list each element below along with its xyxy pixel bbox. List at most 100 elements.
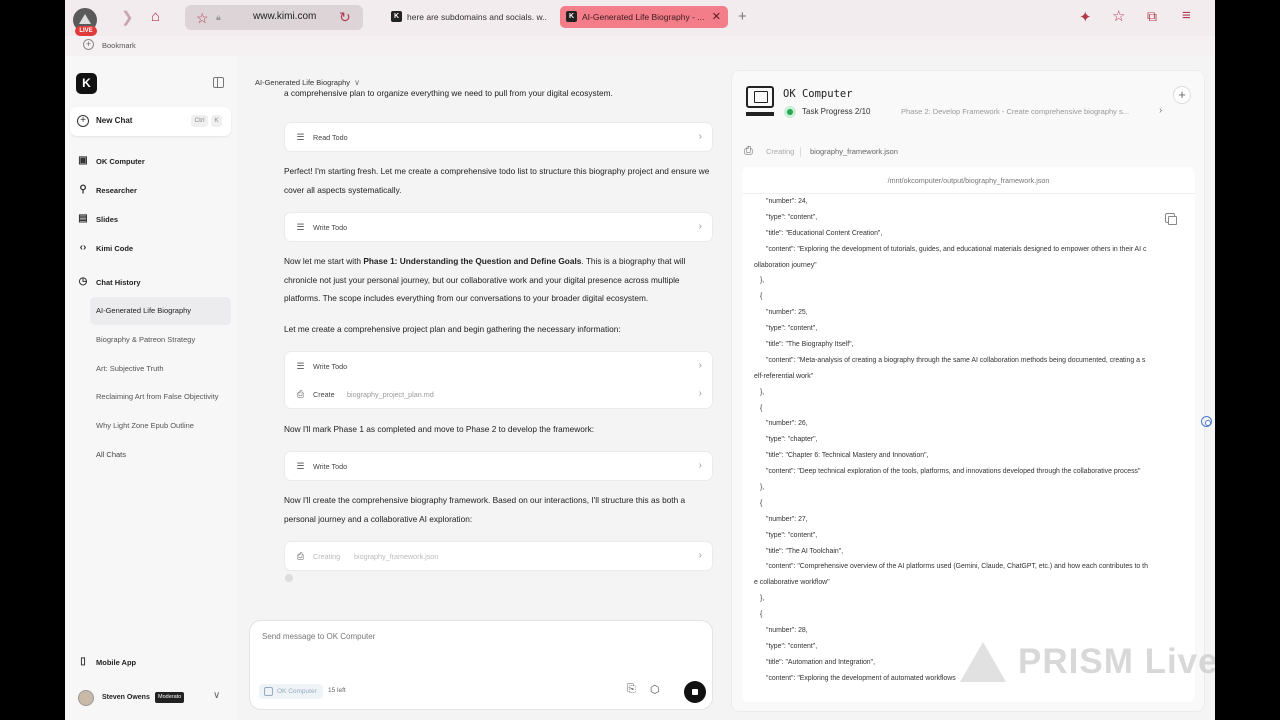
- new-tab-icon[interactable]: +: [738, 8, 747, 25]
- sidebar: K + New Chat Ctrl K ▣ OK Computer ⚲ Rese…: [65, 56, 237, 720]
- bookmark-bar: + Bookmark: [65, 36, 1215, 56]
- clock-icon: ◷: [78, 276, 88, 287]
- code-line: {: [760, 293, 763, 301]
- code-line: "type": "content",: [766, 531, 818, 539]
- url-text[interactable]: www.kimi.com: [253, 11, 316, 22]
- tool-label: Create: [313, 390, 335, 399]
- code-line: "title": "The Biography Itself",: [766, 341, 854, 349]
- plan-badge: Moderato: [155, 692, 185, 703]
- ai-sparkle-icon[interactable]: ✦: [1079, 10, 1092, 25]
- forward-icon[interactable]: ❯: [121, 10, 134, 25]
- code-line: },: [760, 484, 765, 492]
- message-text: Now let me start with: [284, 256, 364, 266]
- tool-row[interactable]: ☰ Read Todo ›: [285, 124, 714, 152]
- assistant-message: Now I'll mark Phase 1 as completed and m…: [284, 424, 595, 434]
- home-icon[interactable]: ⌂: [151, 9, 160, 24]
- message-input[interactable]: Send message to OK Computer: [262, 632, 375, 641]
- code-line: "title": "Educational Content Creation",: [766, 229, 883, 237]
- all-chats-link[interactable]: All Chats: [90, 441, 231, 469]
- bookmark-label[interactable]: Bookmark: [102, 41, 136, 50]
- avatar[interactable]: [78, 690, 94, 706]
- user-name[interactable]: Steven Owens: [102, 694, 150, 701]
- tool-row[interactable]: ⎙ Create biography_project_plan.md ›: [285, 381, 714, 409]
- checklist-icon: ☰: [296, 361, 305, 371]
- tool-row[interactable]: ⎙ Creating biography_framework.json ›: [285, 543, 714, 571]
- creating-status: ⎙ Creating biography_framework.json: [744, 145, 1194, 161]
- sidebar-item-label: Mobile App: [96, 658, 137, 667]
- tool-row[interactable]: ☰ Write Todo ›: [285, 453, 714, 481]
- checklist-icon: ☰: [296, 222, 305, 232]
- cube-icon[interactable]: ⬡: [650, 683, 660, 696]
- chevron-right-icon: ›: [698, 221, 702, 232]
- message-composer[interactable]: Send message to OK Computer OK Computer …: [249, 620, 713, 710]
- tool-card-creating[interactable]: ⎙ Creating biography_framework.json ›: [284, 541, 713, 571]
- chevron-down-icon[interactable]: ∨: [213, 690, 220, 701]
- chevron-right-icon: ›: [698, 388, 702, 399]
- assistant-message: Now I'll create the comprehensive biogra…: [284, 495, 686, 524]
- reload-icon[interactable]: ↻: [339, 9, 351, 26]
- history-item[interactable]: Why Light Zone Epub Outline: [90, 412, 231, 440]
- tab-title: AI-Generated Life Biography - ...: [582, 12, 705, 22]
- tool-row[interactable]: ☰ Write Todo ›: [285, 353, 714, 381]
- computer-icon: [746, 86, 774, 116]
- chat-panel: AI-Generated Life Biography ∨ a comprehen…: [239, 56, 727, 720]
- checklist-icon: ☰: [296, 132, 305, 142]
- new-chat-label: New Chat: [96, 116, 133, 125]
- address-bar[interactable]: ☆ 🔒︎ www.kimi.com ↻: [185, 5, 363, 30]
- ok-computer-mode-chip[interactable]: OK Computer: [259, 684, 323, 699]
- attach-icon[interactable]: ⎘: [627, 683, 636, 696]
- phase-label[interactable]: Phase 2: Develop Framework - Create comp…: [901, 107, 1169, 116]
- prism-logo-icon: [960, 642, 1006, 682]
- assistant-message: a comprehensive plan to organize everyth…: [284, 90, 714, 103]
- creating-file: biography_framework.json: [810, 147, 898, 156]
- progress-status-icon: [784, 106, 796, 118]
- tool-card-read-todo[interactable]: ☰ Read Todo ›: [284, 122, 713, 152]
- new-chat-button[interactable]: + New Chat Ctrl K: [70, 107, 231, 136]
- sidebar-item-label: Chat History: [96, 278, 141, 287]
- scroll-indicator-icon[interactable]: [1201, 416, 1212, 427]
- tool-card-write-todo[interactable]: ☰ Write Todo ›: [284, 451, 713, 481]
- add-icon[interactable]: +: [1173, 86, 1191, 104]
- chevron-right-icon[interactable]: ›: [1159, 105, 1162, 116]
- code-line: elf-referential work": [754, 372, 814, 380]
- tabs-icon[interactable]: ⧉: [1147, 9, 1157, 23]
- add-bookmark-icon[interactable]: +: [83, 39, 94, 50]
- chevron-right-icon: ›: [698, 131, 702, 142]
- stop-button[interactable]: [684, 681, 706, 703]
- chevron-right-icon: ›: [698, 460, 702, 471]
- bookmark-star-icon[interactable]: ☆: [196, 10, 209, 27]
- sidebar-item-label: OK Computer: [96, 157, 145, 166]
- search-icon: ⚲: [79, 184, 87, 195]
- tab-title: here are subdomains and socials. w...: [407, 12, 547, 22]
- tab-biography[interactable]: K AI-Generated Life Biography - ... ✕: [560, 6, 728, 28]
- code-line: },: [760, 388, 765, 396]
- history-item[interactable]: AI-Generated Life Biography: [90, 297, 231, 325]
- divider: [800, 147, 801, 157]
- file-icon: ⎙: [744, 145, 753, 157]
- tool-file: biography_framework.json: [354, 552, 439, 561]
- close-tab-icon[interactable]: ✕: [712, 6, 721, 28]
- history-item[interactable]: Art: Subjective Truth: [90, 355, 231, 383]
- chat-title-dropdown[interactable]: AI-Generated Life Biography ∨: [255, 78, 360, 87]
- assistant-message: Now let me start with Phase 1: Understan…: [284, 252, 714, 308]
- message-text: a comprehensive plan to organize everyth…: [284, 90, 613, 98]
- file-icon: ⎙: [296, 551, 305, 561]
- checklist-icon: ☰: [296, 461, 305, 471]
- history-item[interactable]: Reclaiming Art from False Objectivity: [90, 383, 231, 411]
- code-line: "title": "Chapter 6: Technical Mastery a…: [766, 452, 929, 460]
- sidebar-collapse-icon[interactable]: [213, 77, 224, 88]
- code-icon: ‹›: [79, 242, 87, 253]
- monitor-icon: ▣: [78, 155, 88, 166]
- kimi-logo[interactable]: K: [76, 73, 97, 94]
- mobile-icon: ▯: [80, 656, 86, 667]
- favorites-icon[interactable]: ☆: [1112, 9, 1125, 24]
- code-viewer[interactable]: /mnt/okcomputer/output/biography_framewo…: [742, 167, 1195, 702]
- chat-title: AI-Generated Life Biography: [255, 78, 351, 87]
- tool-card-write-todo[interactable]: ☰ Write Todo ›: [284, 212, 713, 242]
- menu-icon[interactable]: ≡: [1182, 8, 1191, 23]
- history-item[interactable]: Biography & Patreon Strategy: [90, 326, 231, 354]
- tab-subdomains[interactable]: K here are subdomains and socials. w...: [385, 6, 547, 28]
- tool-row[interactable]: ☰ Write Todo ›: [285, 214, 714, 242]
- code-line: "number": 25,: [766, 309, 808, 317]
- code-line: "number": 24,: [766, 198, 808, 205]
